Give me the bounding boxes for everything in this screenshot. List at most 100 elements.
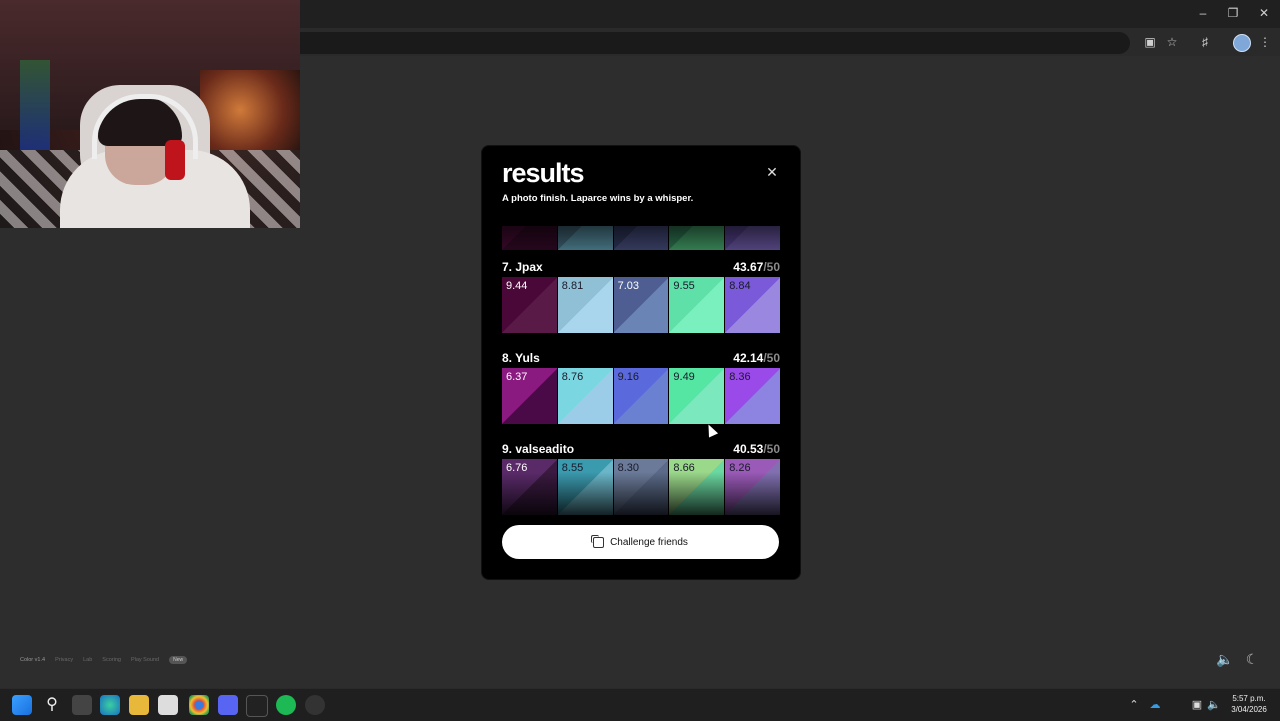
swatch-fill (613, 226, 669, 250)
swatch-score: 8.55 (561, 462, 584, 474)
swatch-fill (557, 226, 613, 250)
color-swatch[interactable]: 6.37 (502, 368, 557, 424)
footer-link-scoring[interactable]: Scoring (102, 657, 121, 663)
copy-icon (591, 534, 605, 548)
color-swatch[interactable]: 6.76 (502, 459, 557, 515)
color-swatch[interactable] (669, 226, 725, 250)
extensions-icon[interactable]: ♯ (1196, 34, 1214, 50)
color-swatch[interactable]: 8.26 (725, 459, 780, 515)
color-swatch[interactable] (557, 226, 613, 250)
modal-title: results (502, 158, 585, 188)
moon-icon[interactable]: ☾ (1243, 651, 1261, 667)
player-score: 43.67/50 (733, 260, 780, 274)
footer-link-lab[interactable]: Lab (83, 657, 92, 663)
minimize-icon[interactable]: – (1192, 5, 1214, 21)
swatch-strip: 6.76 8.55 8.30 8.66 8.26 (502, 459, 780, 515)
swatch-score: 8.36 (729, 371, 751, 383)
speaker-icon[interactable]: 🔈 (1216, 651, 1234, 667)
swatch-score: 8.66 (673, 462, 695, 474)
color-swatch[interactable]: 8.30 (613, 459, 669, 515)
color-swatch[interactable] (613, 226, 669, 250)
swatch-score: 6.76 (506, 462, 528, 474)
obs-icon[interactable] (246, 695, 268, 717)
score-value: 43.67 (733, 260, 764, 274)
color-swatch[interactable]: 8.66 (669, 459, 725, 515)
swatch-score: 8.81 (561, 280, 584, 292)
color-swatch[interactable]: 8.36 (725, 368, 780, 424)
color-swatch[interactable]: 9.55 (669, 277, 725, 333)
score-denominator: /50 (763, 260, 780, 274)
store-icon[interactable] (158, 695, 178, 715)
onedrive-icon[interactable]: ☁ (1148, 698, 1162, 712)
discord-icon[interactable] (218, 695, 238, 715)
player-score: 42.14/50 (733, 351, 780, 365)
color-swatch[interactable]: 9.16 (613, 368, 669, 424)
results-modal: results A photo finish. Laparce wins by … (481, 145, 801, 580)
player-name: 9. valseadito (502, 442, 575, 456)
cast-icon[interactable]: ▣ (1141, 34, 1159, 50)
swatch-score: 9.44 (506, 280, 528, 292)
footer-link-privacy[interactable]: Privacy (55, 657, 73, 663)
color-swatch[interactable]: 7.03 (613, 277, 669, 333)
file-explorer-icon[interactable] (129, 695, 149, 715)
close-icon[interactable]: ✕ (764, 164, 780, 180)
score-denominator: /50 (763, 442, 780, 456)
modal-subtitle: A photo finish. Laparce wins by a whispe… (502, 193, 694, 204)
taskbar: ⚲ ⌃ ☁ ▣ 🔈 5:57 p.m. 3/04/2026 (0, 688, 1280, 721)
tray-chevron-icon[interactable]: ⌃ (1127, 698, 1141, 712)
score-value: 42.14 (733, 351, 764, 365)
score-value: 40.53 (733, 442, 764, 456)
volume-icon[interactable]: 🔈 (1207, 698, 1221, 712)
challenge-friends-button[interactable]: Challenge friends (502, 525, 779, 559)
color-swatch[interactable]: 8.55 (557, 459, 613, 515)
restore-icon[interactable]: ❐ (1222, 5, 1244, 21)
start-icon[interactable] (12, 695, 32, 715)
clock-time: 5:57 p.m. (1232, 694, 1266, 703)
search-icon[interactable]: ⚲ (42, 695, 62, 715)
menu-icon[interactable]: ⋮ (1256, 34, 1274, 50)
profile-avatar[interactable] (1233, 34, 1251, 52)
cam-led-light (20, 60, 50, 150)
browser-titlebar: – ❐ ✕ (300, 0, 1280, 28)
cam-scarf (165, 140, 185, 180)
swatch-score: 8.76 (561, 371, 584, 383)
edge-icon[interactable] (100, 695, 120, 715)
player-name: 8. Yuls (502, 351, 540, 365)
results-list[interactable]: 7. Jpax 43.67/50 9.44 8.81 7.03 9.55 8.84 8. Yu… (502, 226, 780, 522)
color-swatch[interactable] (502, 226, 557, 250)
player-score: 40.53/50 (733, 442, 780, 456)
swatch-score: 9.16 (617, 371, 640, 383)
footer-link-play-sound[interactable]: Play Sound (131, 657, 159, 663)
version-label: Color v1.4 (20, 657, 46, 663)
color-swatch[interactable]: 8.84 (725, 277, 780, 333)
swatch-score: 6.37 (506, 371, 528, 383)
close-window-icon[interactable]: ✕ (1253, 5, 1275, 21)
swatch-score: 8.26 (729, 462, 751, 474)
color-swatch[interactable]: 8.81 (557, 277, 613, 333)
bookmark-star-icon[interactable]: ☆ (1163, 34, 1181, 50)
app-icon[interactable] (305, 695, 325, 715)
swatch-fill (502, 226, 557, 250)
player-name: 7. Jpax (502, 260, 543, 274)
color-swatch[interactable]: 9.44 (502, 277, 557, 333)
color-swatch[interactable]: 9.49 (669, 368, 725, 424)
swatch-score: 7.03 (617, 280, 640, 292)
score-denominator: /50 (763, 351, 780, 365)
cam-plush-shelf (200, 70, 300, 150)
color-swatch[interactable] (725, 226, 780, 250)
challenge-friends-label: Challenge friends (610, 536, 688, 548)
swatch-score: 8.30 (617, 462, 640, 474)
task-view-icon[interactable] (72, 695, 92, 715)
chrome-icon[interactable] (189, 695, 209, 715)
swatch-score: 8.84 (729, 280, 751, 292)
color-swatch[interactable]: 8.76 (557, 368, 613, 424)
swatch-fill (725, 226, 780, 250)
clock-date: 3/04/2026 (1231, 705, 1267, 714)
swatch-score: 9.55 (673, 280, 695, 292)
swatch-strip: 6.37 8.76 9.16 9.49 8.36 (502, 368, 780, 424)
address-bar[interactable] (300, 32, 1130, 54)
spotify-icon[interactable] (276, 695, 296, 715)
system-clock[interactable]: 5:57 p.m. 3/04/2026 (1226, 693, 1272, 715)
network-icon[interactable]: ▣ (1190, 698, 1204, 712)
new-badge: New (169, 656, 188, 664)
